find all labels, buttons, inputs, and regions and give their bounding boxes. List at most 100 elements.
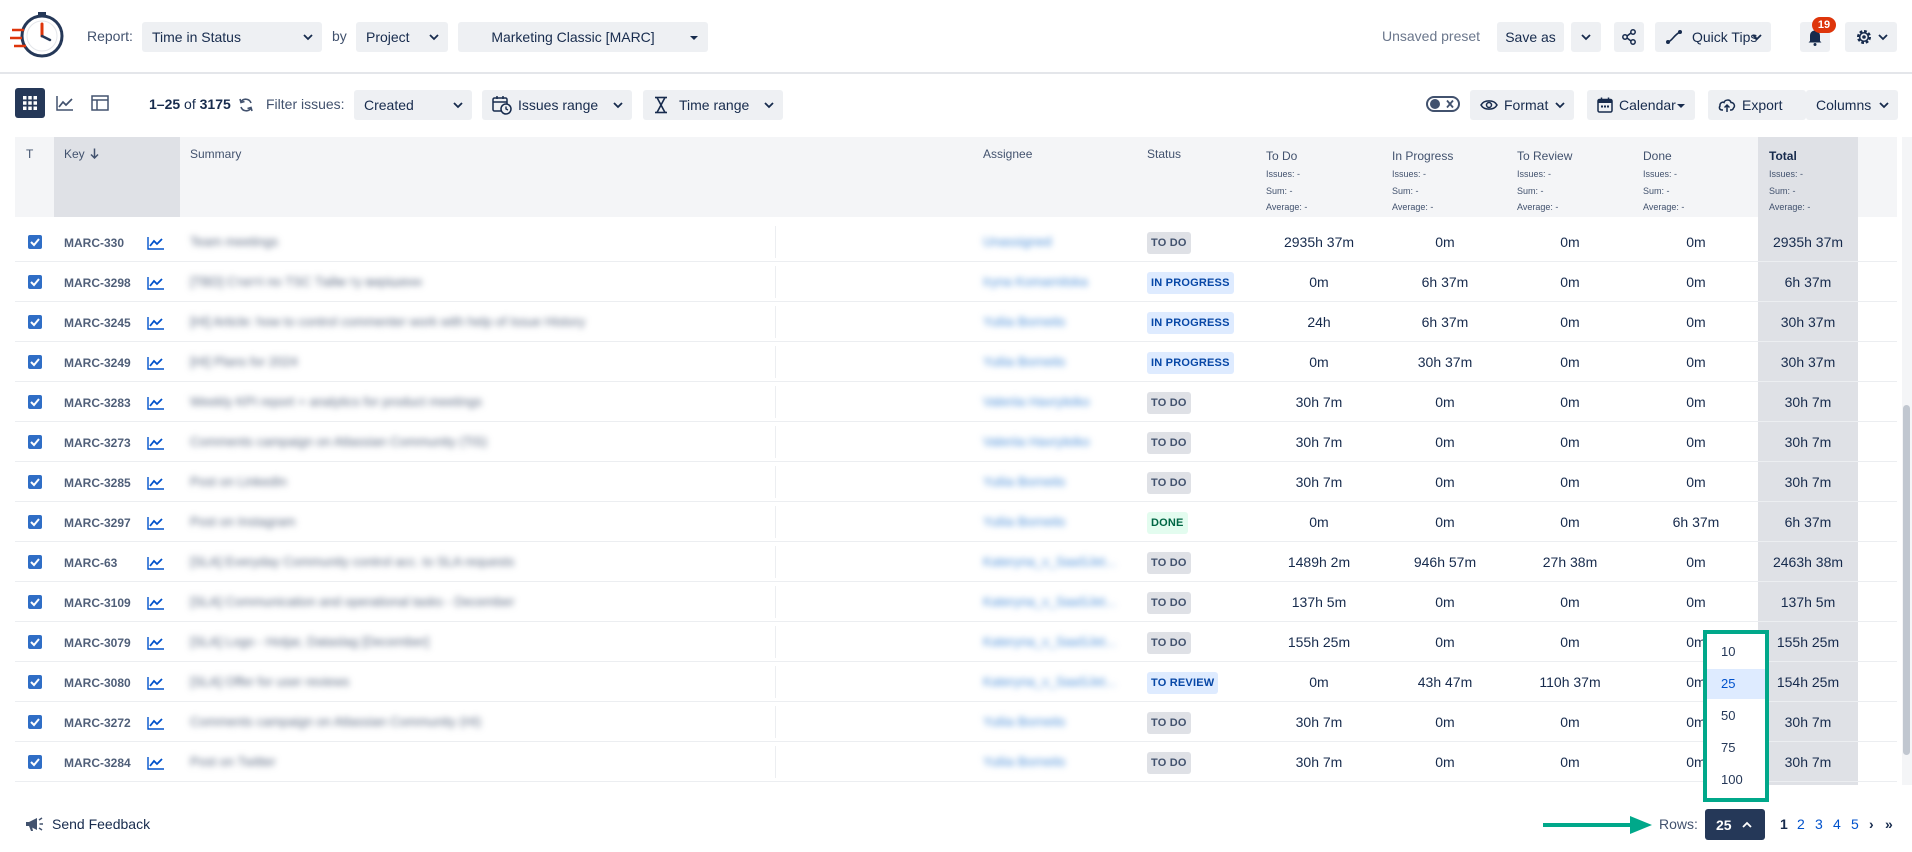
issue-summary[interactable]: [SLA] Everyday Community control acc. to… <box>190 554 514 569</box>
issue-summary[interactable]: Weekly KPI report + analytics for produc… <box>190 394 482 409</box>
row-checkbox[interactable] <box>28 315 42 329</box>
page-3[interactable]: 3 <box>1815 816 1823 832</box>
send-feedback-button[interactable]: Send Feedback <box>24 815 150 833</box>
row-checkbox[interactable] <box>28 595 42 609</box>
trend-chart-icon[interactable] <box>147 436 165 450</box>
issue-assignee[interactable]: Yuliia Borneits <box>983 514 1065 529</box>
col-header-assignee[interactable]: Assignee <box>983 147 1032 161</box>
trend-chart-icon[interactable] <box>147 636 165 650</box>
row-checkbox[interactable] <box>28 235 42 249</box>
col-header-key[interactable]: Key <box>64 147 99 161</box>
table-row[interactable]: MARC-330 Team meetings Unassigned TO DO 2935… <box>15 222 1897 262</box>
issue-assignee[interactable]: Valeriia Havryleiko <box>983 434 1090 449</box>
issue-assignee[interactable]: Kateryna_v_SaaSJet... <box>983 674 1116 689</box>
table-row[interactable]: MARC-3079 [SLA] Logo - Hotjar, Dataslag [… <box>15 622 1897 662</box>
table-row[interactable]: MARC-63 [SLA] Everyday Community control … <box>15 542 1897 582</box>
issue-key[interactable]: MARC-3079 <box>64 636 131 650</box>
row-checkbox[interactable] <box>28 555 42 569</box>
col-header-status[interactable]: Status <box>1147 147 1181 161</box>
trend-chart-icon[interactable] <box>147 276 165 290</box>
share-button[interactable] <box>1614 22 1644 52</box>
issue-assignee[interactable]: Yuliia Borneits <box>983 474 1065 489</box>
by-select[interactable]: Project <box>356 22 448 52</box>
issues-range-button[interactable]: Issues range <box>482 90 632 120</box>
rows-per-page-select[interactable]: 25 <box>1705 809 1765 840</box>
col-header-summary[interactable]: Summary <box>190 147 241 161</box>
page-1[interactable]: 1 <box>1780 816 1788 832</box>
calendar-button[interactable]: Calendar <box>1587 90 1695 120</box>
col-header-done[interactable]: Done Issues: - Sum: - Average: - <box>1643 147 1684 213</box>
toggle-switch[interactable] <box>1426 96 1460 112</box>
row-checkbox[interactable] <box>28 475 42 489</box>
last-page-button[interactable]: » <box>1885 816 1893 832</box>
table-row[interactable]: MARC-3285 Post on LinkedIn Yuliia Borneits… <box>15 462 1897 502</box>
issue-key[interactable]: MARC-3245 <box>64 316 131 330</box>
issue-assignee[interactable]: Yuliia Borneits <box>983 754 1065 769</box>
export-button[interactable]: Export <box>1708 90 1806 120</box>
table-row[interactable]: MARC-3080 [SLA] Offer for user reviews Kat… <box>15 662 1897 702</box>
issue-assignee[interactable]: Kateryna_v_SaaSJet... <box>983 634 1116 649</box>
format-button[interactable]: Format <box>1470 90 1574 120</box>
issue-key[interactable]: MARC-63 <box>64 556 117 570</box>
issue-assignee[interactable]: Yuliia Borneits <box>983 714 1065 729</box>
settings-button[interactable] <box>1845 22 1897 52</box>
columns-button[interactable]: Columns <box>1806 90 1898 120</box>
page-5[interactable]: 5 <box>1851 816 1859 832</box>
col-header-total[interactable]: Total Issues: - Sum: - Average: - <box>1769 147 1810 213</box>
col-header-inprogress[interactable]: In Progress Issues: - Sum: - Average: - <box>1392 147 1453 213</box>
table-row[interactable]: MARC-3297 Post on Instagram Yuliia Borneit… <box>15 502 1897 542</box>
issue-key[interactable]: MARC-3272 <box>64 716 131 730</box>
issue-summary[interactable]: Post on Twitter <box>190 754 276 769</box>
issue-summary[interactable]: [HI] Plans for 2024 <box>190 354 298 369</box>
row-checkbox[interactable] <box>28 755 42 769</box>
quick-tips-button[interactable]: Quick Tips <box>1655 22 1771 52</box>
table-row[interactable]: MARC-3245 [HI] Article: how to control co… <box>15 302 1897 342</box>
notifications-button[interactable]: 19 <box>1800 17 1836 52</box>
issue-key[interactable]: MARC-3109 <box>64 596 131 610</box>
issue-assignee[interactable]: Kateryna_v_SaaSJet... <box>983 594 1116 609</box>
trend-chart-icon[interactable] <box>147 316 165 330</box>
issue-summary[interactable]: [HI] Article: how to control commenter w… <box>190 314 585 329</box>
row-checkbox[interactable] <box>28 395 42 409</box>
scrollbar-thumb[interactable] <box>1903 405 1910 755</box>
issue-key[interactable]: MARC-330 <box>64 236 124 250</box>
trend-chart-icon[interactable] <box>147 516 165 530</box>
issue-summary[interactable]: [SLA] Offer for user reviews <box>190 674 349 689</box>
trend-chart-icon[interactable] <box>147 756 165 770</box>
issue-key[interactable]: MARC-3080 <box>64 676 131 690</box>
trend-chart-icon[interactable] <box>147 676 165 690</box>
trend-chart-icon[interactable] <box>147 396 165 410</box>
issue-key[interactable]: MARC-3249 <box>64 356 131 370</box>
project-select[interactable]: Marketing Classic [MARC] <box>458 22 708 52</box>
issue-key[interactable]: MARC-3297 <box>64 516 131 530</box>
row-checkbox[interactable] <box>28 675 42 689</box>
rows-option-25[interactable]: 25 <box>1707 669 1765 699</box>
rows-option-75[interactable]: 75 <box>1707 733 1765 763</box>
save-as-button[interactable]: Save as <box>1497 22 1564 52</box>
row-checkbox[interactable] <box>28 275 42 289</box>
pivot-view-button[interactable] <box>85 88 115 118</box>
trend-chart-icon[interactable] <box>147 596 165 610</box>
refresh-icon[interactable] <box>238 97 254 113</box>
trend-chart-icon[interactable] <box>147 716 165 730</box>
page-4[interactable]: 4 <box>1833 816 1841 832</box>
issue-assignee[interactable]: Valeriia Havryleiko <box>983 394 1090 409</box>
table-row[interactable]: MARC-3249 [HI] Plans for 2024 Yuliia Borne… <box>15 342 1897 382</box>
trend-chart-icon[interactable] <box>147 356 165 370</box>
table-row[interactable]: MARC-3272 Comments campaign on Atlassian … <box>15 702 1897 742</box>
table-row[interactable]: MARC-3283 Weekly KPI report + analytics f… <box>15 382 1897 422</box>
issue-summary[interactable]: Comments campaign on Atlassian Community… <box>190 714 481 729</box>
trend-chart-icon[interactable] <box>147 236 165 250</box>
filter-select[interactable]: Created <box>354 90 472 120</box>
next-page-button[interactable]: › <box>1869 816 1874 832</box>
rows-option-50[interactable]: 50 <box>1707 701 1765 731</box>
issue-summary[interactable]: [SLA] Logo - Hotjar, Dataslag [December] <box>190 634 429 649</box>
issue-assignee[interactable]: Yuliia Borneits <box>983 314 1065 329</box>
issue-summary[interactable]: Comments campaign on Atlassian Community… <box>190 434 487 449</box>
issue-assignee[interactable]: Kateryna_v_SaaSJet... <box>983 554 1116 569</box>
chart-view-button[interactable] <box>50 88 80 118</box>
issue-key[interactable]: MARC-3298 <box>64 276 131 290</box>
row-checkbox[interactable] <box>28 435 42 449</box>
col-header-toreview[interactable]: To Review Issues: - Sum: - Average: - <box>1517 147 1572 213</box>
time-range-button[interactable]: Time range <box>643 90 783 120</box>
